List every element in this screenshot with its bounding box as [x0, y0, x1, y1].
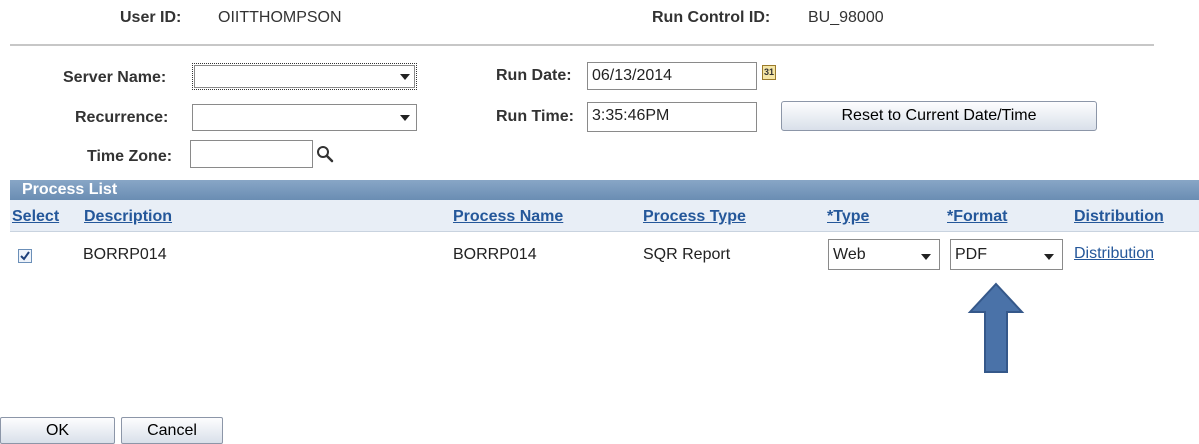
run-date-value: 06/13/2014: [592, 67, 673, 84]
process-list-header-row: Select Description Process Name Process …: [10, 200, 1199, 232]
run-time-label: Run Time:: [496, 108, 574, 125]
ok-button[interactable]: OK: [0, 417, 115, 444]
chevron-down-icon: [921, 254, 931, 260]
header-divider: [10, 44, 1154, 46]
run-date-label: Run Date:: [496, 67, 572, 84]
column-header-description[interactable]: Description: [84, 208, 172, 226]
calendar-icon-text: 31: [763, 67, 774, 77]
row-description: BORRP014: [83, 246, 167, 263]
process-list-title: Process List: [10, 180, 1199, 200]
server-name-dropdown[interactable]: [192, 63, 417, 90]
format-dropdown[interactable]: PDF: [950, 239, 1063, 270]
recurrence-label: Recurrence:: [75, 109, 169, 126]
recurrence-dropdown[interactable]: [192, 104, 417, 131]
cancel-button[interactable]: Cancel: [121, 417, 223, 444]
column-header-select[interactable]: Select: [12, 208, 59, 226]
run-time-input[interactable]: 3:35:46PM: [587, 102, 757, 132]
chevron-down-icon: [400, 74, 410, 80]
user-id-label: User ID:: [120, 9, 182, 26]
format-value: PDF: [955, 246, 987, 263]
server-name-label: Server Name:: [63, 69, 167, 86]
chevron-down-icon: [1044, 254, 1054, 260]
run-time-value: 3:35:46PM: [592, 107, 670, 124]
distribution-link[interactable]: Distribution: [1074, 245, 1154, 263]
calendar-icon[interactable]: 31: [762, 65, 776, 80]
run-control-id-value: BU_98000: [808, 9, 884, 26]
column-header-process-type[interactable]: Process Type: [643, 208, 746, 226]
time-zone-input[interactable]: [190, 140, 313, 168]
checkbox-checked-icon: [20, 251, 30, 261]
row-process-name: BORRP014: [453, 246, 537, 263]
reset-date-time-button[interactable]: Reset to Current Date/Time: [781, 101, 1097, 131]
column-header-type[interactable]: *Type: [827, 208, 869, 226]
time-zone-label: Time Zone:: [87, 148, 173, 165]
column-header-distribution[interactable]: Distribution: [1074, 208, 1164, 226]
user-id-value: OIITTHOMPSON: [218, 9, 342, 26]
select-checkbox[interactable]: [18, 249, 32, 263]
run-date-input[interactable]: 06/13/2014: [587, 62, 757, 90]
column-header-format[interactable]: *Format: [947, 208, 1007, 226]
run-control-id-label: Run Control ID:: [652, 9, 771, 26]
table-row: BORRP014 BORRP014 SQR Report Web PDF Dis…: [10, 232, 1199, 274]
row-process-type: SQR Report: [643, 246, 731, 263]
type-value: Web: [833, 246, 866, 263]
column-header-process-name[interactable]: Process Name: [453, 208, 563, 226]
magnifier-icon[interactable]: [316, 145, 334, 163]
type-dropdown[interactable]: Web: [828, 239, 940, 270]
chevron-down-icon: [400, 115, 410, 121]
up-arrow-icon: [967, 282, 1025, 373]
